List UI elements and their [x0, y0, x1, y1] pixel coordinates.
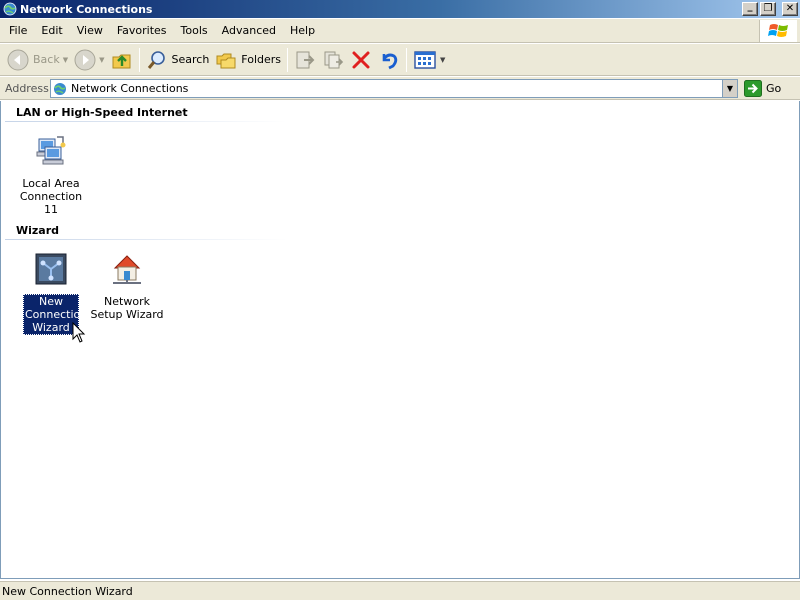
undo-icon [382, 53, 398, 69]
forward-button[interactable]: ▼ [71, 46, 107, 74]
move-to-button[interactable] [291, 46, 319, 74]
folders-label: Folders [241, 53, 282, 66]
toolbar-separator [138, 47, 140, 72]
views-dropdown-icon[interactable]: ▼ [440, 56, 445, 64]
folders-button[interactable]: Folders [212, 46, 284, 74]
folders-icon [216, 53, 236, 68]
menu-bar: File Edit View Favorites Tools Advanced … [0, 19, 800, 43]
title-bar[interactable]: Network Connections _ ❐ ✕ [0, 0, 800, 18]
forward-arrow-icon [74, 49, 96, 70]
close-button[interactable]: ✕ [782, 2, 798, 16]
folder-view[interactable]: LAN or High-Speed Internet Local Area Co… [0, 101, 800, 579]
delete-button[interactable] [347, 46, 375, 74]
new-connection-wizard-icon [35, 253, 67, 285]
group-divider [5, 121, 287, 122]
item-network-setup-wizard[interactable]: Network Setup Wizard [87, 251, 167, 322]
restore-button[interactable]: ❐ [760, 2, 776, 16]
windows-logo-icon [759, 20, 797, 42]
back-arrow-icon [7, 49, 29, 70]
network-globe-icon [54, 82, 66, 95]
status-text: New Connection Wizard [2, 584, 133, 598]
menu-edit[interactable]: Edit [34, 24, 69, 37]
toolbar-separator [406, 47, 408, 72]
group-header-lan: LAN or High-Speed Internet [16, 106, 188, 119]
menu-view[interactable]: View [70, 24, 110, 37]
minimize-button[interactable]: _ [742, 2, 758, 16]
search-button[interactable]: Search [143, 46, 213, 74]
menu-favorites[interactable]: Favorites [110, 24, 174, 37]
views-icon [414, 50, 436, 69]
menu-file[interactable]: File [0, 24, 34, 37]
address-input[interactable]: Network Connections ▼ [50, 79, 738, 98]
item-label: Local Area Connection 11 [19, 177, 83, 216]
restore-icon: ❐ [763, 3, 773, 14]
toolbar-separator [287, 47, 289, 72]
group-divider [5, 239, 287, 240]
views-button[interactable]: ▼ [410, 46, 448, 74]
up-folder-button[interactable] [108, 46, 136, 74]
menu-tools[interactable]: Tools [174, 24, 215, 37]
group-header-wizard: Wizard [16, 224, 60, 237]
go-arrow-icon [744, 80, 762, 97]
address-bar: Address Network Connections ▼ Go [0, 77, 800, 100]
address-value: Network Connections [71, 82, 189, 95]
copy-to-button[interactable] [319, 46, 347, 74]
folder-up-icon [112, 54, 130, 68]
network-setup-wizard-icon [113, 255, 141, 284]
back-button[interactable]: Back ▼ [4, 46, 71, 74]
minimize-icon: _ [747, 1, 753, 12]
search-label: Search [171, 53, 210, 66]
address-dropdown-button[interactable]: ▼ [722, 80, 737, 97]
go-button[interactable]: Go [744, 79, 781, 98]
network-globe-icon [3, 2, 17, 16]
go-label: Go [766, 82, 782, 95]
item-label: Network Setup Wizard [90, 295, 164, 321]
address-label: Address [5, 81, 49, 95]
window-title: Network Connections [20, 2, 153, 16]
lan-connection-icon [36, 136, 66, 165]
back-dropdown-icon[interactable]: ▼ [63, 56, 68, 64]
chevron-down-icon: ▼ [726, 84, 734, 93]
forward-dropdown-icon[interactable]: ▼ [99, 56, 104, 64]
toolbar: Back ▼ ▼ Search Folders ▼ [0, 44, 800, 76]
menu-help[interactable]: Help [283, 24, 322, 37]
search-icon [147, 50, 165, 69]
undo-button[interactable] [375, 46, 403, 74]
mouse-pointer-icon [72, 322, 86, 343]
menu-advanced[interactable]: Advanced [215, 24, 283, 37]
copy-to-icon [324, 51, 344, 68]
status-bar: New Connection Wizard [0, 581, 800, 600]
close-icon: ✕ [785, 3, 795, 14]
delete-x-icon [352, 51, 370, 68]
item-label: New Connection Wizard [23, 294, 88, 335]
move-to-icon [296, 51, 315, 68]
item-local-area-connection[interactable]: Local Area Connection 11 [11, 133, 91, 217]
back-label: Back [33, 53, 60, 66]
